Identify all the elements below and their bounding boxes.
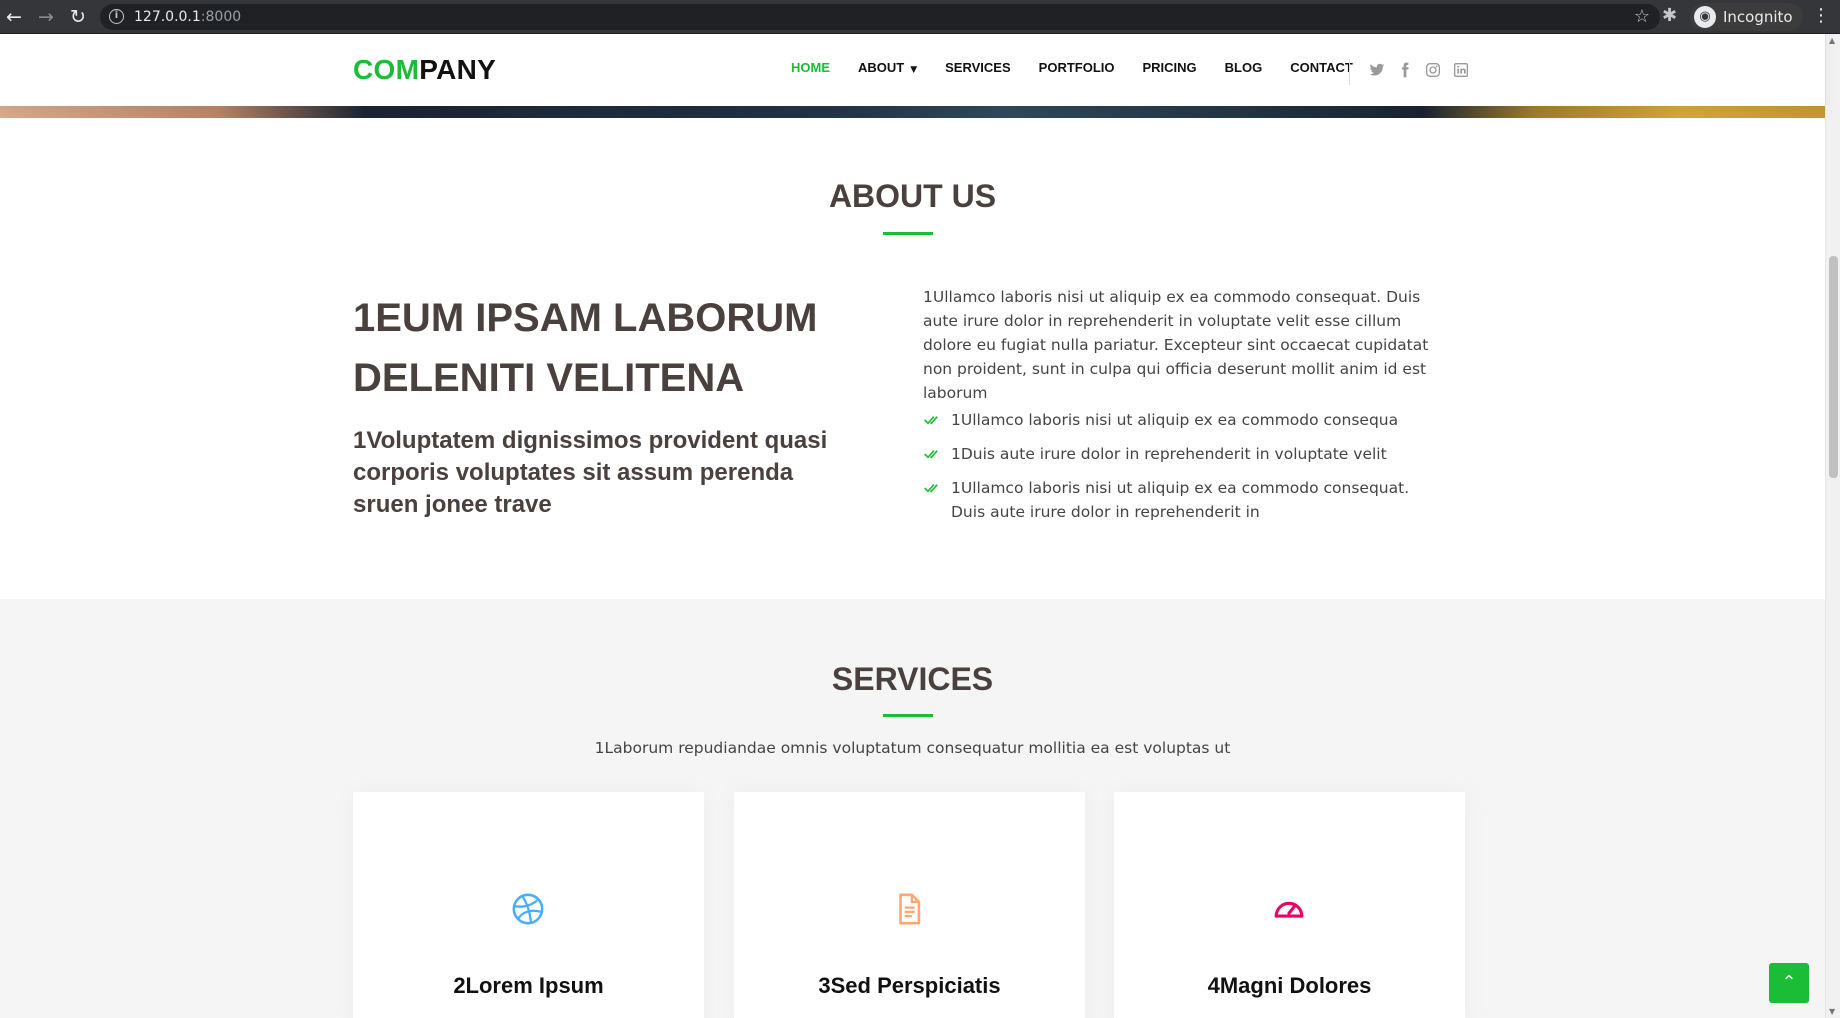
hero-image-edge (0, 106, 1825, 118)
main-nav: HOME ABOUT ▼ SERVICES PORTFOLIO PRICING B… (791, 60, 1381, 75)
instagram-icon[interactable] (1425, 62, 1441, 78)
service-card-title[interactable]: 3Sed Perspiciatis (734, 973, 1085, 999)
service-card[interactable]: 4Magni Dolores (1114, 792, 1465, 1018)
nav-blog[interactable]: BLOG (1225, 60, 1263, 75)
about-paragraph: 1Ullamco laboris nisi ut aliquip ex ea c… (923, 288, 1429, 402)
incognito-label: Incognito (1723, 8, 1793, 26)
double-check-icon (924, 450, 938, 459)
about-title: ABOUT US (828, 178, 997, 214)
services-subtitle: 1Laborum repudiandae omnis voluptatum co… (594, 739, 1231, 757)
double-check-icon (924, 484, 938, 493)
list-item-text: 1Ullamco laboris nisi ut aliquip ex ea c… (951, 411, 1399, 429)
dribbble-icon (512, 893, 544, 925)
list-item: 1Ullamco laboris nisi ut aliquip ex ea c… (923, 476, 1443, 524)
service-card[interactable]: 2Lorem Ipsum (353, 792, 704, 1018)
reload-icon[interactable]: ↻ (66, 5, 90, 29)
incognito-profile-button[interactable]: ◉ Incognito (1690, 3, 1803, 31)
chevron-down-icon: ▼ (910, 65, 918, 75)
nav-portfolio[interactable]: PORTFOLIO (1039, 60, 1115, 75)
nav-home[interactable]: HOME (791, 60, 830, 75)
about-list: 1Ullamco laboris nisi ut aliquip ex ea c… (923, 408, 1443, 534)
list-item-text: 1Ullamco laboris nisi ut aliquip ex ea c… (951, 479, 1410, 521)
services-section: SERVICES 1Laborum repudiandae omnis volu… (0, 599, 1825, 1018)
bookmark-star-icon[interactable]: ☆ (1634, 6, 1650, 27)
scrollbar-thumb[interactable] (1829, 256, 1838, 478)
double-check-icon (924, 416, 938, 425)
scroll-down-arrow-icon[interactable]: ▼ (1829, 1007, 1835, 1016)
browser-menu-icon[interactable]: ⋮ (1812, 5, 1830, 26)
services-title-underline (883, 714, 933, 717)
address-bar[interactable]: i 127.0.0.1:8000 ☆ (100, 4, 1660, 30)
page-scrollbar[interactable]: ▲ ▼ (1825, 34, 1840, 1018)
scroll-up-arrow-icon[interactable]: ▲ (1829, 36, 1835, 45)
social-links (1369, 62, 1469, 78)
services-title: SERVICES (831, 661, 994, 697)
speedometer-icon (1274, 901, 1304, 918)
nav-divider (1349, 59, 1350, 85)
list-item-text: 1Duis aute irure dolor in reprehenderit … (951, 445, 1387, 463)
forward-icon[interactable]: → (34, 5, 58, 29)
service-card-title[interactable]: 2Lorem Ipsum (353, 973, 704, 999)
twitter-icon[interactable] (1369, 62, 1385, 78)
linkedin-icon[interactable] (1453, 62, 1469, 78)
about-heading: 1EUM IPSAM LABORUM DELENITI VELITENA (353, 296, 818, 400)
back-to-top-button[interactable]: ⌃ (1769, 963, 1809, 1003)
service-card-title[interactable]: 4Magni Dolores (1114, 973, 1465, 999)
about-title-underline (883, 232, 933, 235)
nav-pricing[interactable]: PRICING (1143, 60, 1197, 75)
extensions-puzzle-icon[interactable]: ✱ (1662, 5, 1677, 26)
incognito-icon: ◉ (1694, 6, 1716, 28)
about-subheading: 1Voluptatem dignissimos provident quasi … (353, 427, 828, 518)
list-item: 1Ullamco laboris nisi ut aliquip ex ea c… (923, 408, 1443, 432)
list-item: 1Duis aute irure dolor in reprehenderit … (923, 442, 1443, 466)
url-text[interactable]: 127.0.0.1:8000 (134, 9, 241, 25)
company-logo[interactable]: COMPANY (353, 54, 496, 86)
arrow-up-icon: ⌃ (1781, 972, 1797, 993)
site-info-icon[interactable]: i (109, 9, 124, 24)
nav-services[interactable]: SERVICES (945, 60, 1011, 75)
service-card[interactable]: 3Sed Perspiciatis (734, 792, 1085, 1018)
browser-toolbar: ← → ↻ i 127.0.0.1:8000 ☆ ✱ ◉ Incognito ⋮ (0, 0, 1840, 34)
back-icon[interactable]: ← (2, 5, 26, 29)
site-header: COMPANY HOME ABOUT ▼ SERVICES PORTFOLIO P… (0, 34, 1825, 106)
nav-contact[interactable]: CONTACT (1290, 60, 1353, 75)
about-section: ABOUT US 1EUM IPSAM LABORUM DELENITI VEL… (0, 118, 1825, 599)
nav-about[interactable]: ABOUT ▼ (858, 60, 917, 75)
file-text-icon (899, 893, 921, 925)
facebook-icon[interactable] (1397, 62, 1413, 78)
